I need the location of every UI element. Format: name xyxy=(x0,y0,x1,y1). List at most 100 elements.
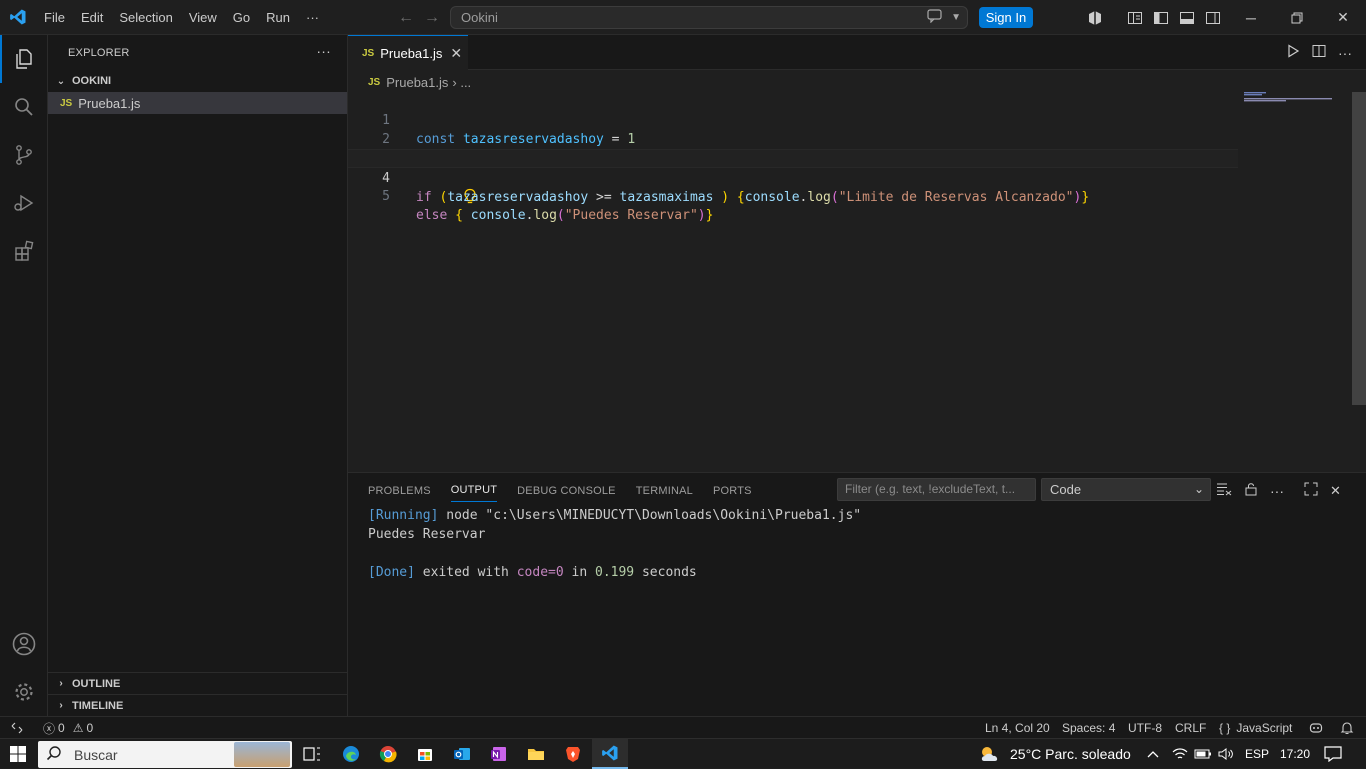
onenote-icon[interactable] xyxy=(490,739,508,769)
tab-debug-console[interactable]: DEBUG CONSOLE xyxy=(517,473,616,508)
run-debug-icon[interactable] xyxy=(0,179,48,227)
object-token: console xyxy=(470,208,526,223)
outline-section[interactable]: › OUTLINE xyxy=(48,672,348,694)
more-actions-icon[interactable]: ··· xyxy=(1270,483,1284,499)
menu-run[interactable]: Run xyxy=(258,0,298,35)
minimap[interactable] xyxy=(1244,92,1344,104)
task-view-icon[interactable] xyxy=(303,739,321,769)
done-time: 0.199 xyxy=(595,565,635,580)
indentation[interactable]: Spaces: 4 xyxy=(1062,717,1115,739)
explorer-icon[interactable] xyxy=(0,35,48,83)
code-line: 5 else { console.log("Puedes Reservar")} xyxy=(348,168,1238,223)
output-channel-select[interactable]: Code ⌄ xyxy=(1041,478,1211,501)
language-mode[interactable]: { } JavaScript xyxy=(1219,717,1292,739)
split-editor-icon[interactable] xyxy=(1312,44,1326,61)
weather-text: 25°C Parc. soleado xyxy=(1010,746,1131,762)
weather-widget[interactable]: 25°C Parc. soleado xyxy=(978,739,1131,769)
restore-icon[interactable] xyxy=(1274,0,1320,35)
copilot-icon[interactable] xyxy=(1086,9,1104,27)
close-tab-icon[interactable]: ✕ xyxy=(450,45,462,62)
clear-output-icon[interactable] xyxy=(1216,482,1232,499)
breadcrumb-rest[interactable]: › ... xyxy=(452,75,471,90)
input-language[interactable]: ESP xyxy=(1245,739,1269,769)
settings-gear-icon[interactable] xyxy=(0,668,48,716)
warning-count: 0 xyxy=(86,721,94,735)
run-code-icon[interactable] xyxy=(1286,44,1300,61)
copilot-status-icon[interactable] xyxy=(1309,717,1323,739)
breadcrumb-file[interactable]: Prueba1.js xyxy=(386,75,448,90)
notification-center-icon[interactable] xyxy=(1324,739,1342,769)
minimize-icon[interactable]: ─ xyxy=(1228,0,1274,35)
tab-output[interactable]: OUTPUT xyxy=(450,480,498,502)
toggle-secondary-sidebar-icon[interactable] xyxy=(1204,9,1222,27)
accounts-icon[interactable] xyxy=(0,620,48,668)
clock[interactable]: 17:20 xyxy=(1280,739,1310,769)
menu-selection[interactable]: Selection xyxy=(111,0,180,35)
sign-in-button[interactable]: Sign In xyxy=(979,7,1033,28)
command-center-search[interactable]: Ookini ▼ xyxy=(450,6,968,29)
outlook-icon[interactable] xyxy=(453,739,471,769)
microsoft-store-icon[interactable] xyxy=(416,739,434,769)
chevron-down-icon[interactable]: ▼ xyxy=(951,12,961,23)
search-icon[interactable] xyxy=(0,83,48,131)
windows-start-icon[interactable] xyxy=(10,739,26,769)
chrome-icon[interactable] xyxy=(379,739,397,769)
extensions-icon[interactable] xyxy=(0,227,48,275)
forward-arrow-icon[interactable]: → xyxy=(424,9,440,27)
file-prueba1-js[interactable]: JS Prueba1.js xyxy=(48,92,347,114)
output-done-line: [Done] exited with code=0 in 0.199 secon… xyxy=(368,563,697,582)
file-explorer-icon[interactable] xyxy=(527,739,545,769)
tab-terminal[interactable]: TERMINAL xyxy=(636,473,693,508)
language-label: JavaScript xyxy=(1236,721,1293,735)
code-editor[interactable]: 1 const tazasreservadashoy = 1 2 const t… xyxy=(348,92,1348,472)
toggle-primary-sidebar-icon[interactable] xyxy=(1152,9,1170,27)
copilot-chat-icon[interactable] xyxy=(927,9,943,26)
close-window-icon[interactable]: ✕ xyxy=(1320,0,1366,35)
tab-prueba1-js[interactable]: JS Prueba1.js ✕ xyxy=(348,35,468,70)
edge-browser-icon[interactable] xyxy=(342,739,360,769)
more-actions-icon[interactable]: ··· xyxy=(316,43,331,59)
chevron-down-icon: ⌄ xyxy=(1193,482,1204,496)
close-panel-icon[interactable]: ✕ xyxy=(1330,483,1341,499)
output-filter-input[interactable]: Filter (e.g. text, !excludeText, t... xyxy=(837,478,1036,501)
object-token: console xyxy=(744,190,800,205)
bracket-token: ) xyxy=(697,208,706,223)
vscode-taskbar-icon[interactable] xyxy=(592,739,628,769)
js-file-icon: JS xyxy=(362,47,375,59)
end-of-line[interactable]: CRLF xyxy=(1175,717,1206,739)
toggle-panel-icon[interactable] xyxy=(1178,9,1196,27)
notifications-bell-icon[interactable] xyxy=(1340,717,1354,739)
battery-icon[interactable] xyxy=(1194,739,1212,769)
maximize-panel-icon[interactable] xyxy=(1304,482,1318,499)
lock-icon[interactable] xyxy=(1244,482,1258,499)
menu-view[interactable]: View xyxy=(181,0,225,35)
remote-icon[interactable] xyxy=(10,717,24,739)
bracket-token: } xyxy=(1081,190,1090,205)
tab-ports[interactable]: PORTS xyxy=(713,473,752,508)
brave-browser-icon[interactable] xyxy=(564,739,582,769)
folder-ookini[interactable]: ⌄ OOKINI xyxy=(48,70,347,92)
explorer-header: EXPLORER ··· xyxy=(48,35,347,70)
bracket-token: ( xyxy=(556,208,565,223)
menu-more[interactable]: ··· xyxy=(298,0,327,35)
cursor-position[interactable]: Ln 4, Col 20 xyxy=(985,717,1050,739)
menu-edit[interactable]: Edit xyxy=(73,0,111,35)
outline-label: OUTLINE xyxy=(72,677,121,690)
customize-layout-icon[interactable] xyxy=(1126,9,1144,27)
volume-icon[interactable] xyxy=(1218,739,1234,769)
source-control-icon[interactable] xyxy=(0,131,48,179)
more-actions-icon[interactable]: ··· xyxy=(1338,45,1352,61)
show-hidden-icons-icon[interactable] xyxy=(1147,739,1159,769)
tab-problems[interactable]: PROBLEMS xyxy=(368,473,431,508)
timeline-section[interactable]: › TIMELINE xyxy=(48,694,348,716)
menu-file[interactable]: File xyxy=(36,0,73,35)
encoding[interactable]: UTF-8 xyxy=(1128,717,1162,739)
explorer-title: EXPLORER xyxy=(68,46,130,59)
back-arrow-icon[interactable]: ← xyxy=(398,9,414,27)
taskbar-search-box[interactable]: Buscar xyxy=(38,741,292,768)
wifi-icon[interactable] xyxy=(1172,739,1188,769)
menu-go[interactable]: Go xyxy=(225,0,258,35)
problems-status[interactable]: ⓧ 0 ⚠ 0 xyxy=(43,717,93,739)
editor-scrollbar[interactable] xyxy=(1352,92,1366,405)
bracket-token: { xyxy=(729,190,745,205)
